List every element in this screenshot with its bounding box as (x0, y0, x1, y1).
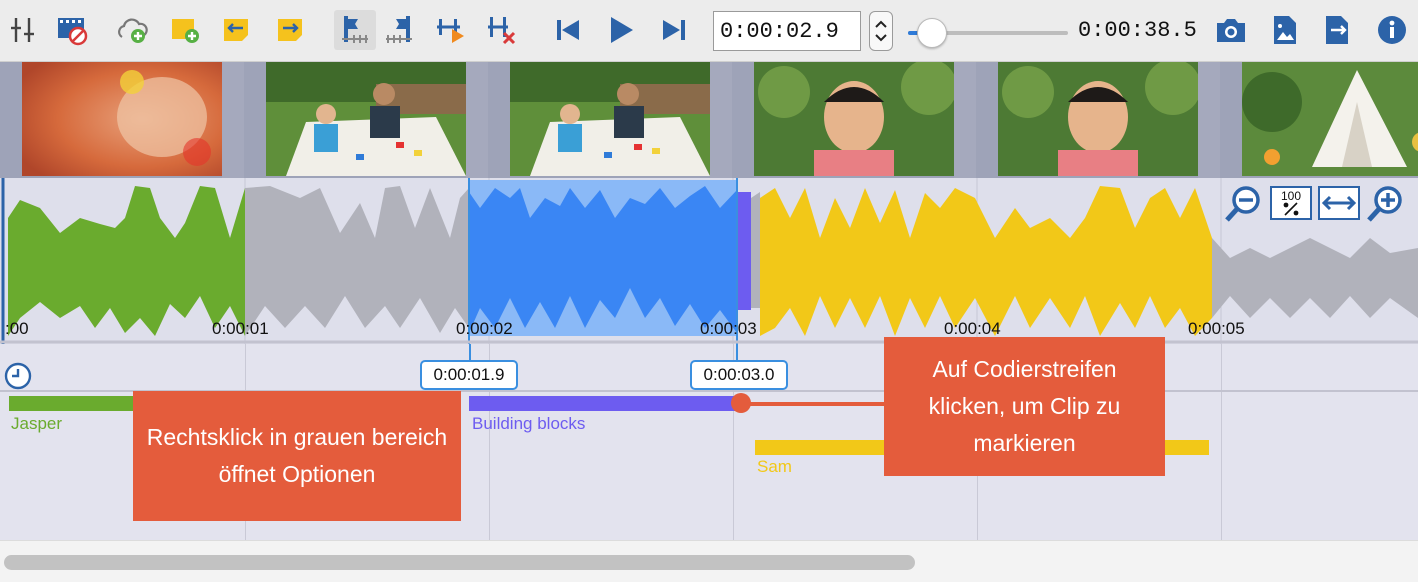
clock-icon[interactable] (4, 362, 32, 390)
selection-start-time[interactable]: 0:00:01.9 (420, 360, 518, 390)
note-forward-icon[interactable] (274, 10, 308, 50)
thumbnail-boys-playing (266, 62, 466, 176)
camera-icon[interactable] (1214, 10, 1248, 50)
note-add-icon[interactable] (168, 10, 202, 50)
play-selection-icon[interactable] (434, 10, 468, 50)
code-label-building-blocks: Building blocks (472, 414, 586, 433)
scrollbar-thumb[interactable] (4, 555, 915, 570)
time-stepper[interactable] (869, 11, 893, 51)
position-slider[interactable] (908, 18, 1068, 48)
skip-forward-icon[interactable] (657, 10, 691, 50)
ruler-label: 0:00:05 (1188, 319, 1245, 338)
duration-label: 0:00:38.5 (1078, 18, 1197, 43)
video-thumbnail-strip[interactable] (0, 62, 1418, 178)
fit-width-icon[interactable] (1318, 186, 1360, 220)
waveform-segment-jasper (8, 186, 245, 336)
set-end-icon[interactable] (384, 10, 418, 50)
ruler-label: :00 (5, 319, 29, 338)
code-stripe-jasper[interactable] (9, 396, 134, 411)
selection-end-time[interactable]: 0:00:03.0 (690, 360, 788, 390)
sliders-icon[interactable] (6, 10, 40, 50)
play-icon[interactable] (604, 10, 638, 50)
coding-stripes-area[interactable]: 0:00:01.9 0:00:03.0 Jasper Building bloc… (0, 337, 1418, 540)
info-icon[interactable] (1375, 10, 1409, 50)
waveform-segment-gray (245, 186, 469, 336)
document-export-icon[interactable] (1321, 10, 1355, 50)
waveform-segment-sam (760, 186, 1212, 336)
zoom-out-icon[interactable] (1224, 184, 1264, 224)
toolbar: 0:00:02.9 0:00:38.5 (0, 0, 1418, 62)
ruler-label: 0:00:01 (212, 319, 269, 338)
ruler-label: 0:00:04 (944, 319, 1001, 338)
thumbnail-boys-blocks (510, 62, 710, 176)
selection-end-marker (737, 192, 751, 310)
code-stripe-building-blocks[interactable] (469, 396, 737, 411)
film-edit-icon[interactable] (56, 10, 90, 50)
note-back-icon[interactable] (220, 10, 254, 50)
zoom-100-text: 100 (1280, 189, 1302, 203)
thumbnail-boy-smiling (754, 62, 954, 176)
video-coding-window: 0:00:02.9 0:00:38.5:00 0:00:01 0:00:02 … (0, 0, 1418, 582)
callout-pointer-dot (731, 393, 751, 413)
set-start-icon[interactable] (334, 10, 376, 50)
delete-marker-icon[interactable] (484, 10, 518, 50)
image-export-icon[interactable] (1268, 10, 1302, 50)
thumbnail-garden-tent (1242, 62, 1418, 176)
code-label-sam: Sam (757, 457, 792, 476)
callout-click-coding-stripe: Auf Codierstreifen klicken, um Clip zu m… (884, 337, 1165, 476)
waveform-track[interactable]: :00 0:00:01 0:00:02 0:00:03 0:00:04 0:00… (0, 178, 1418, 344)
callout-right-click-gray-area: Rechtsklick in grauen bereich öffnet Opt… (133, 391, 461, 521)
zoom-100-icon[interactable]: 100 (1270, 186, 1312, 220)
position-slider-knob[interactable] (917, 18, 947, 48)
horizontal-scrollbar[interactable] (0, 540, 1418, 582)
cloud-add-icon[interactable] (116, 10, 150, 50)
thumbnail-boy-grinning (998, 62, 1198, 176)
ruler-label: 0:00:02 (456, 319, 513, 338)
ruler-label: 0:00:03 (700, 319, 757, 338)
zoom-in-icon[interactable] (1366, 184, 1406, 224)
thumbnail-blurred-hands (22, 62, 222, 176)
current-time-field[interactable]: 0:00:02.9 (713, 11, 861, 51)
skip-back-icon[interactable] (551, 10, 585, 50)
code-label-jasper: Jasper (11, 414, 63, 433)
callout-pointer-line (737, 402, 887, 406)
waveform-segment-gray (1212, 238, 1418, 318)
